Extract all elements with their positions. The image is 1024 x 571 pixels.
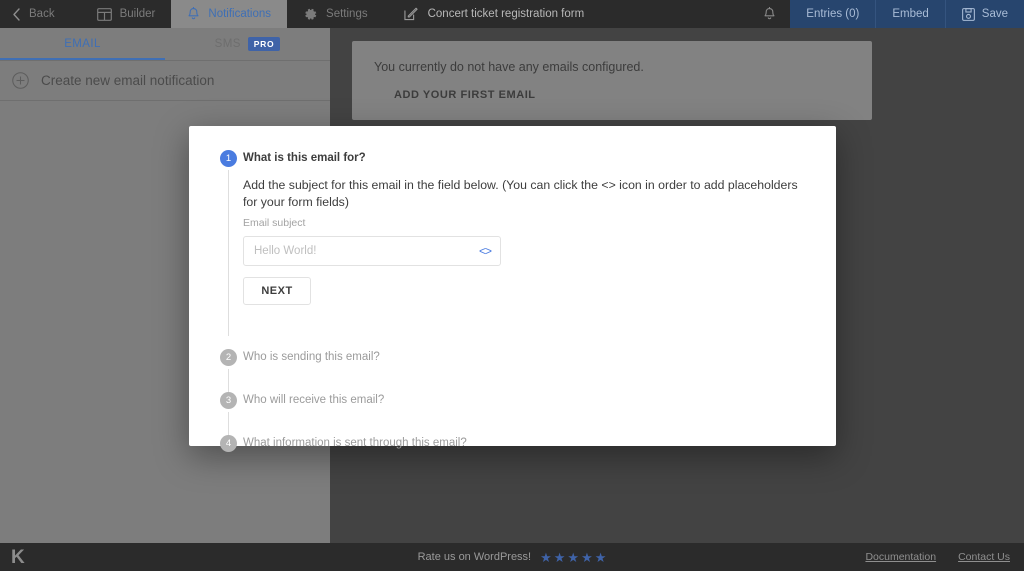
modal-steps: 1 What is this email for? Add the subjec…: [189, 126, 836, 452]
nav-label-builder: Builder: [119, 8, 156, 20]
edit-pencil-icon[interactable]: [403, 7, 418, 21]
entries-label: Entries (0): [806, 8, 860, 20]
step-4-title: What information is sent through this em…: [243, 436, 467, 449]
step-3-bullet: 3: [220, 391, 237, 409]
star-icon[interactable]: ★: [554, 551, 566, 564]
builder-icon: [96, 7, 112, 21]
step-3[interactable]: 3 Who will receive this email?: [189, 391, 836, 436]
step-connector: [228, 411, 229, 436]
entries-button[interactable]: Entries (0): [790, 0, 875, 28]
form-title-area[interactable]: Concert ticket registration form: [384, 0, 750, 28]
nav-item-builder[interactable]: Builder: [81, 0, 172, 28]
bell-icon: [763, 6, 776, 22]
nav-item-notifications[interactable]: Notifications: [171, 0, 288, 28]
step-connector: [228, 368, 229, 393]
contact-us-link[interactable]: Contact Us: [958, 551, 1010, 563]
embed-label: Embed: [892, 8, 929, 20]
next-button[interactable]: NEXT: [243, 276, 311, 305]
footer-links: Documentation Contact Us: [865, 551, 1010, 563]
create-new-email-label: Create new email notification: [41, 73, 215, 88]
header-actions: Entries (0) Embed Save: [790, 0, 1024, 28]
email-subject-label: Email subject: [243, 216, 306, 229]
app-root: Back Builder Notifications Settings Conc: [0, 0, 1024, 571]
save-button[interactable]: Save: [944, 0, 1024, 28]
add-your-first-email-button[interactable]: ADD YOUR FIRST EMAIL: [394, 89, 536, 101]
chevron-left-icon: [12, 7, 21, 21]
tab-sms[interactable]: SMS PRO: [165, 28, 330, 60]
bell-icon: [187, 6, 200, 22]
star-icon[interactable]: ★: [581, 551, 593, 564]
back-button[interactable]: Back: [0, 0, 81, 28]
gear-icon: [303, 7, 318, 22]
code-placeholder-icon[interactable]: <>: [479, 244, 492, 258]
notifications-bell-button[interactable]: [749, 0, 790, 28]
save-label: Save: [981, 8, 1008, 20]
tab-email[interactable]: EMAIL: [0, 28, 165, 60]
nav-label-settings: Settings: [326, 8, 368, 20]
step-1: 1 What is this email for? Add the subjec…: [189, 150, 836, 336]
empty-state-message: You currently do not have any emails con…: [374, 60, 644, 74]
star-icon[interactable]: ★: [540, 551, 552, 564]
star-icon[interactable]: ★: [567, 551, 579, 564]
save-disk-icon: [961, 7, 975, 21]
back-label: Back: [29, 8, 55, 20]
step-3-title: Who will receive this email?: [243, 393, 385, 406]
create-new-email-notification-button[interactable]: Create new email notification: [0, 61, 330, 101]
star-icon[interactable]: ★: [595, 551, 607, 564]
step-4-bullet: 4: [220, 434, 237, 452]
rate-us-area[interactable]: Rate us on WordPress! ★ ★ ★ ★ ★: [418, 551, 607, 564]
tab-email-label: EMAIL: [64, 38, 101, 50]
sidebar-tabs: EMAIL SMS PRO: [0, 28, 330, 61]
star-rating[interactable]: ★ ★ ★ ★ ★: [540, 551, 606, 564]
step-2-bullet: 2: [220, 348, 237, 366]
step-1-bullet: 1: [220, 150, 237, 167]
tab-sms-label: SMS: [214, 38, 241, 50]
embed-button[interactable]: Embed: [875, 0, 944, 28]
footer-bar: K Rate us on WordPress! ★ ★ ★ ★ ★ Docume…: [0, 543, 1024, 571]
email-subject-input[interactable]: [244, 236, 500, 265]
plus-circle-icon: [12, 72, 29, 89]
email-setup-modal: 1 What is this email for? Add the subjec…: [189, 126, 836, 452]
step-connector: [228, 170, 229, 336]
nav-item-settings[interactable]: Settings: [287, 0, 384, 28]
pro-badge: PRO: [247, 37, 281, 51]
nav-label-notifications: Notifications: [208, 8, 272, 20]
kali-forms-logo: K: [11, 546, 25, 568]
rate-us-label: Rate us on WordPress!: [417, 551, 532, 563]
page-title: Concert ticket registration form: [427, 8, 585, 20]
step-2-title: Who is sending this email?: [243, 350, 380, 363]
empty-state-card: You currently do not have any emails con…: [352, 41, 872, 120]
step-4[interactable]: 4 What information is sent through this …: [189, 434, 836, 452]
step-1-description: Add the subject for this email in the fi…: [243, 178, 798, 210]
email-subject-field-wrapper[interactable]: <>: [243, 235, 501, 266]
documentation-link[interactable]: Documentation: [865, 551, 936, 563]
step-1-body: Add the subject for this email in the fi…: [243, 167, 836, 305]
step-1-title: What is this email for?: [243, 152, 366, 164]
step-2[interactable]: 2 Who is sending this email?: [189, 348, 836, 393]
top-navigation-bar: Back Builder Notifications Settings Conc: [0, 0, 1024, 28]
